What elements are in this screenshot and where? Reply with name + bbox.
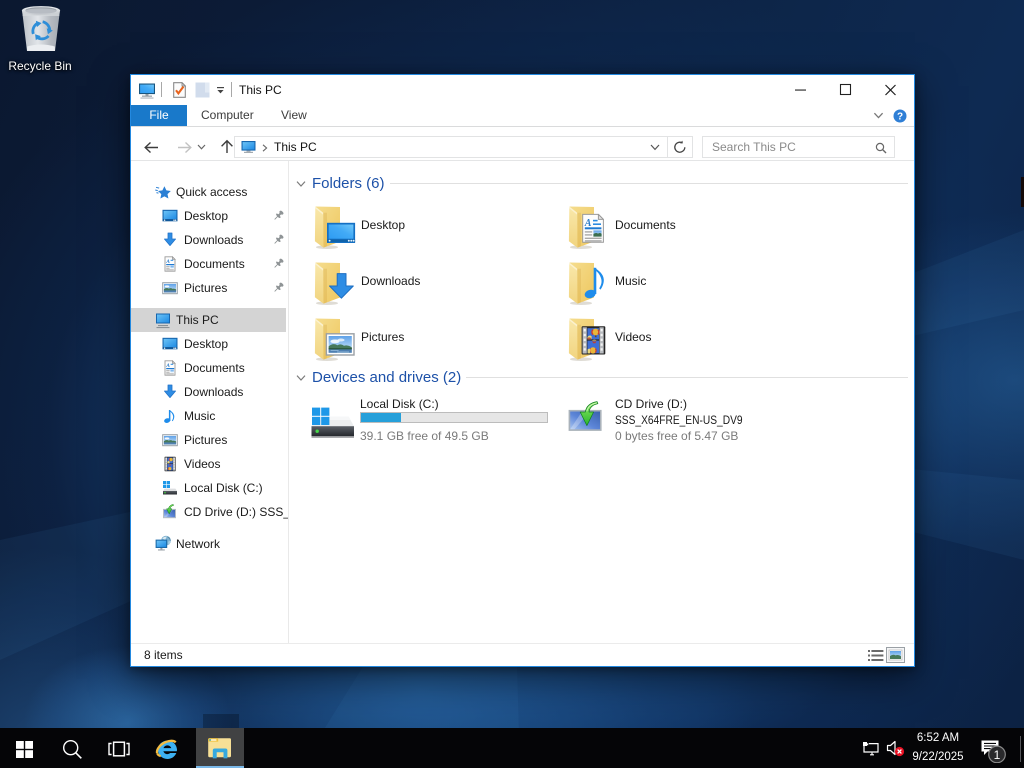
- svg-text:?: ?: [897, 111, 903, 122]
- svg-text:1: 1: [994, 748, 1001, 762]
